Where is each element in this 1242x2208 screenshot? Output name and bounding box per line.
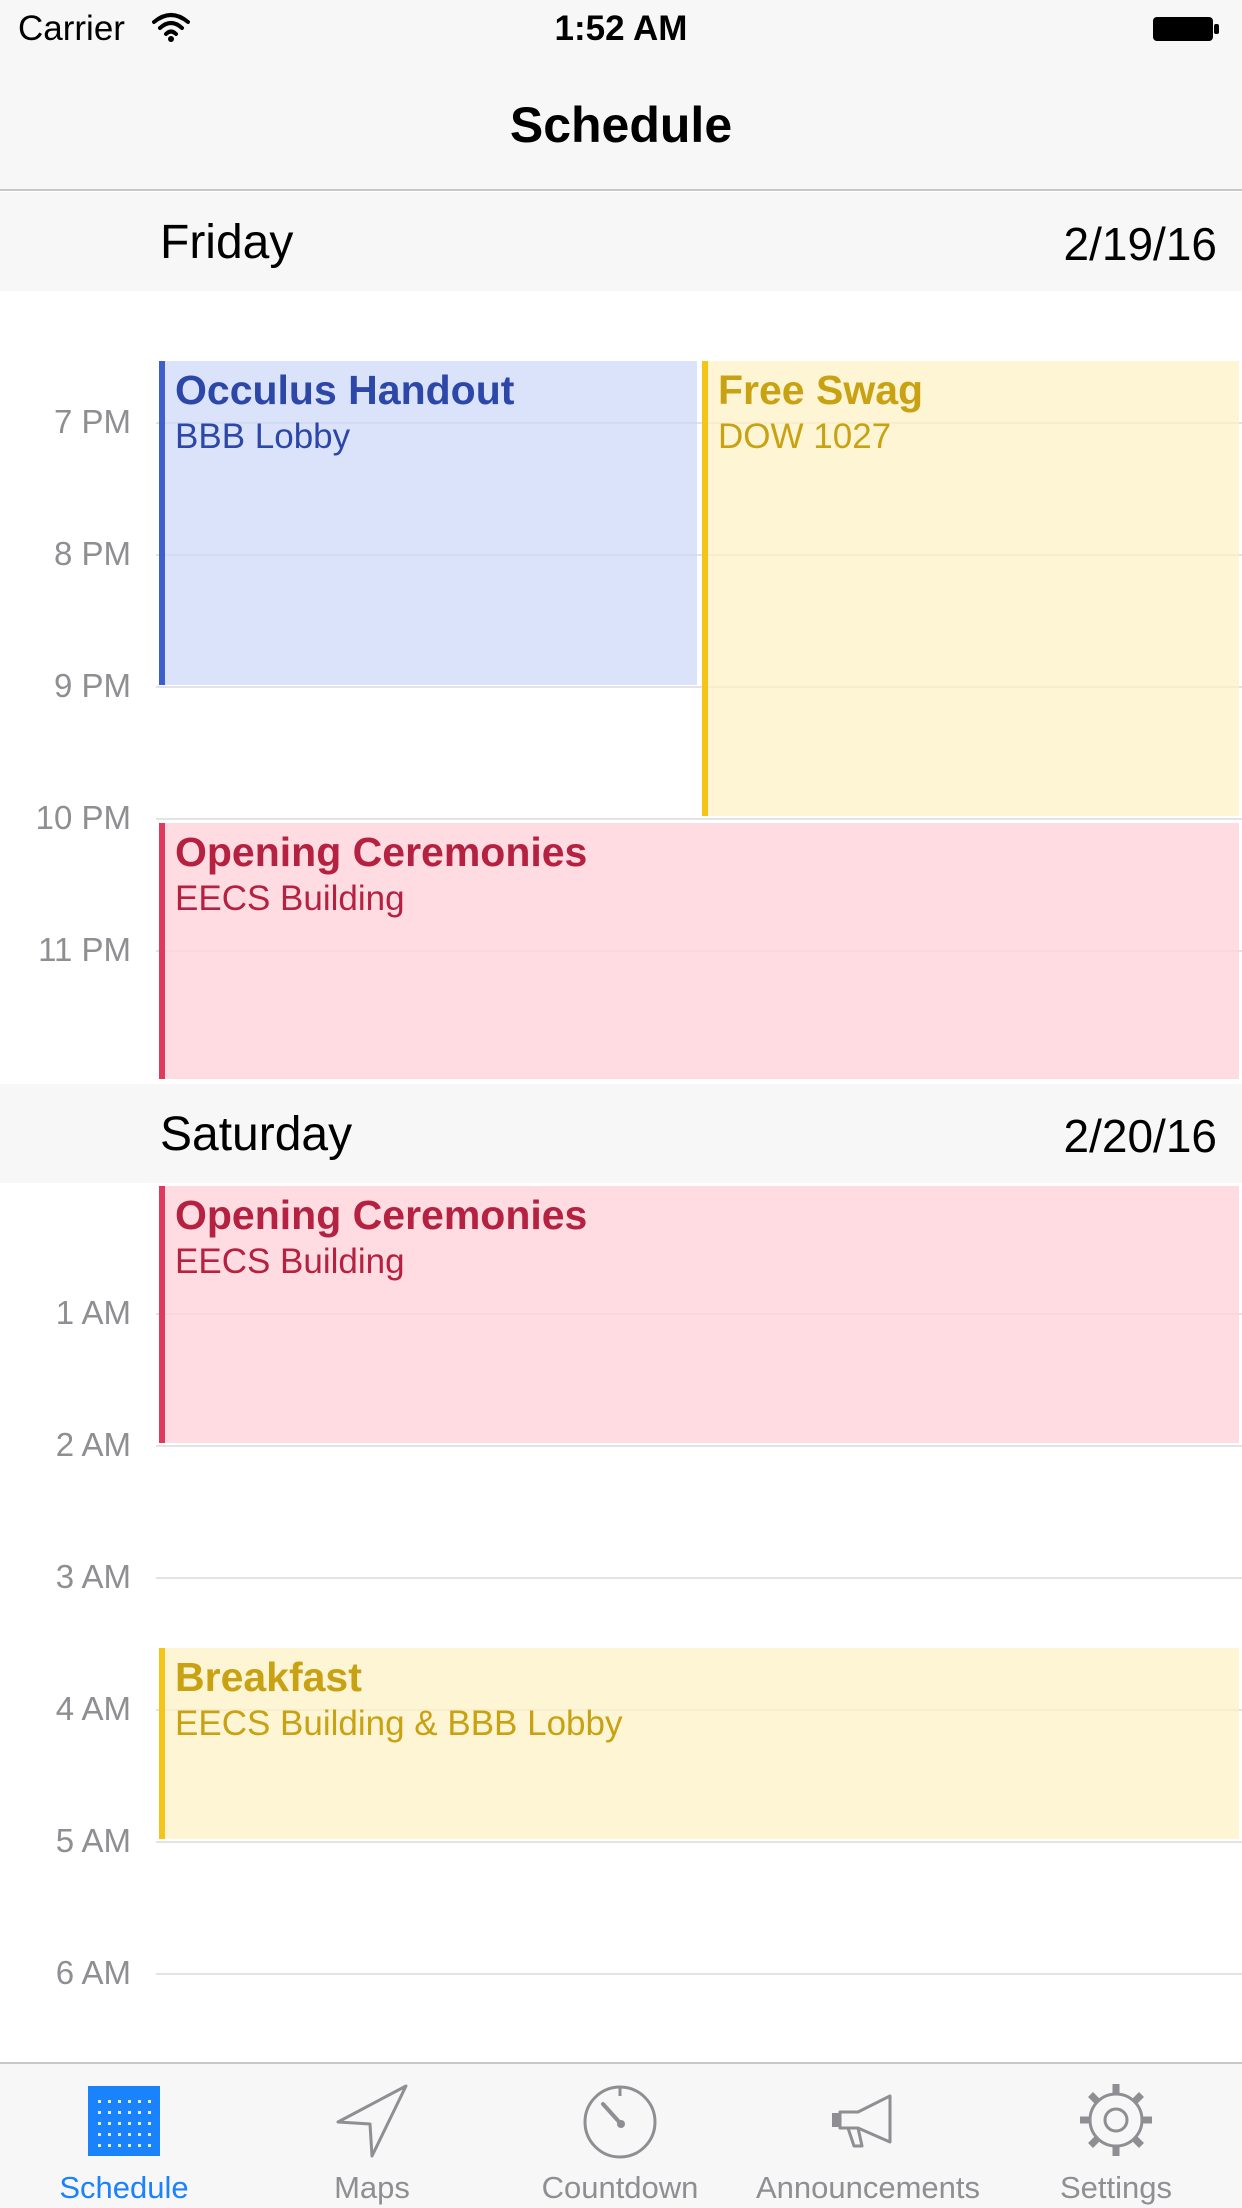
event-location: EECS Building & BBB Lobby (175, 1704, 623, 1743)
tab-label: Schedule (59, 2170, 189, 2205)
event-title: Free Swag (718, 367, 924, 413)
calendar-grid-icon (88, 2086, 160, 2156)
tab-maps[interactable]: Maps (248, 2062, 496, 2208)
timer-dial-icon (583, 2085, 657, 2159)
tab-schedule[interactable]: Schedule (0, 2062, 248, 2208)
hour-gridline (156, 1973, 1242, 1975)
event-location: BBB Lobby (175, 417, 351, 456)
event-location: EECS Building (175, 879, 405, 918)
event-location: EECS Building (175, 1242, 405, 1281)
gear-icon (1080, 2084, 1152, 2156)
time-label: 2 AM (55, 1426, 131, 1463)
tab-label: Maps (334, 2170, 410, 2205)
time-label: 6 AM (55, 1954, 131, 1991)
megaphone-icon (832, 2094, 892, 2148)
day-name: Friday (160, 216, 294, 269)
hour-gridline (156, 1445, 1242, 1447)
day-date: 2/19/16 (1063, 218, 1217, 270)
status-time: 1:52 AM (554, 9, 688, 48)
time-label: 1 AM (55, 1294, 131, 1331)
time-label: 11 PM (38, 931, 131, 968)
time-label: 10 PM (35, 799, 131, 836)
tab-label: Settings (1059, 2170, 1172, 2205)
event-title: Opening Ceremonies (175, 829, 588, 875)
event-block-free-swag[interactable]: Free Swag DOW 1027 (702, 361, 1239, 816)
tab-countdown[interactable]: Countdown (496, 2062, 744, 2208)
day-date: 2/20/16 (1063, 1110, 1217, 1162)
event-title: Breakfast (175, 1654, 362, 1700)
tab-label: Countdown (541, 2170, 699, 2205)
hour-gridline (156, 1841, 1242, 1843)
event-block-occulus-handout[interactable]: Occulus Handout BBB Lobby (159, 361, 697, 685)
time-label: 9 PM (53, 667, 131, 704)
day-name: Saturday (160, 1108, 353, 1161)
tab-announcements[interactable]: Announcements (744, 2062, 992, 2208)
tab-settings[interactable]: Settings (992, 2062, 1240, 2208)
time-label: 5 AM (55, 1822, 131, 1859)
event-block-opening-ceremonies-saturday[interactable]: Opening Ceremonies EECS Building (159, 1186, 1239, 1443)
event-title: Opening Ceremonies (175, 1192, 588, 1238)
time-label: 7 PM (53, 403, 131, 440)
event-block-opening-ceremonies-friday[interactable]: Opening Ceremonies EECS Building (159, 823, 1239, 1079)
time-label: 4 AM (55, 1690, 131, 1727)
hour-gridline (156, 1577, 1242, 1579)
event-location: DOW 1027 (718, 417, 892, 456)
tab-label: Announcements (755, 2170, 981, 2205)
battery-icon (1153, 17, 1219, 41)
time-label: 8 PM (53, 535, 131, 572)
event-title: Occulus Handout (175, 367, 515, 413)
event-block-breakfast[interactable]: Breakfast EECS Building & BBB Lobby (159, 1648, 1239, 1839)
page-title: Schedule (509, 97, 733, 153)
hour-gridline (156, 818, 1242, 820)
time-label: 3 AM (55, 1558, 131, 1595)
location-arrow-icon (336, 2084, 408, 2158)
